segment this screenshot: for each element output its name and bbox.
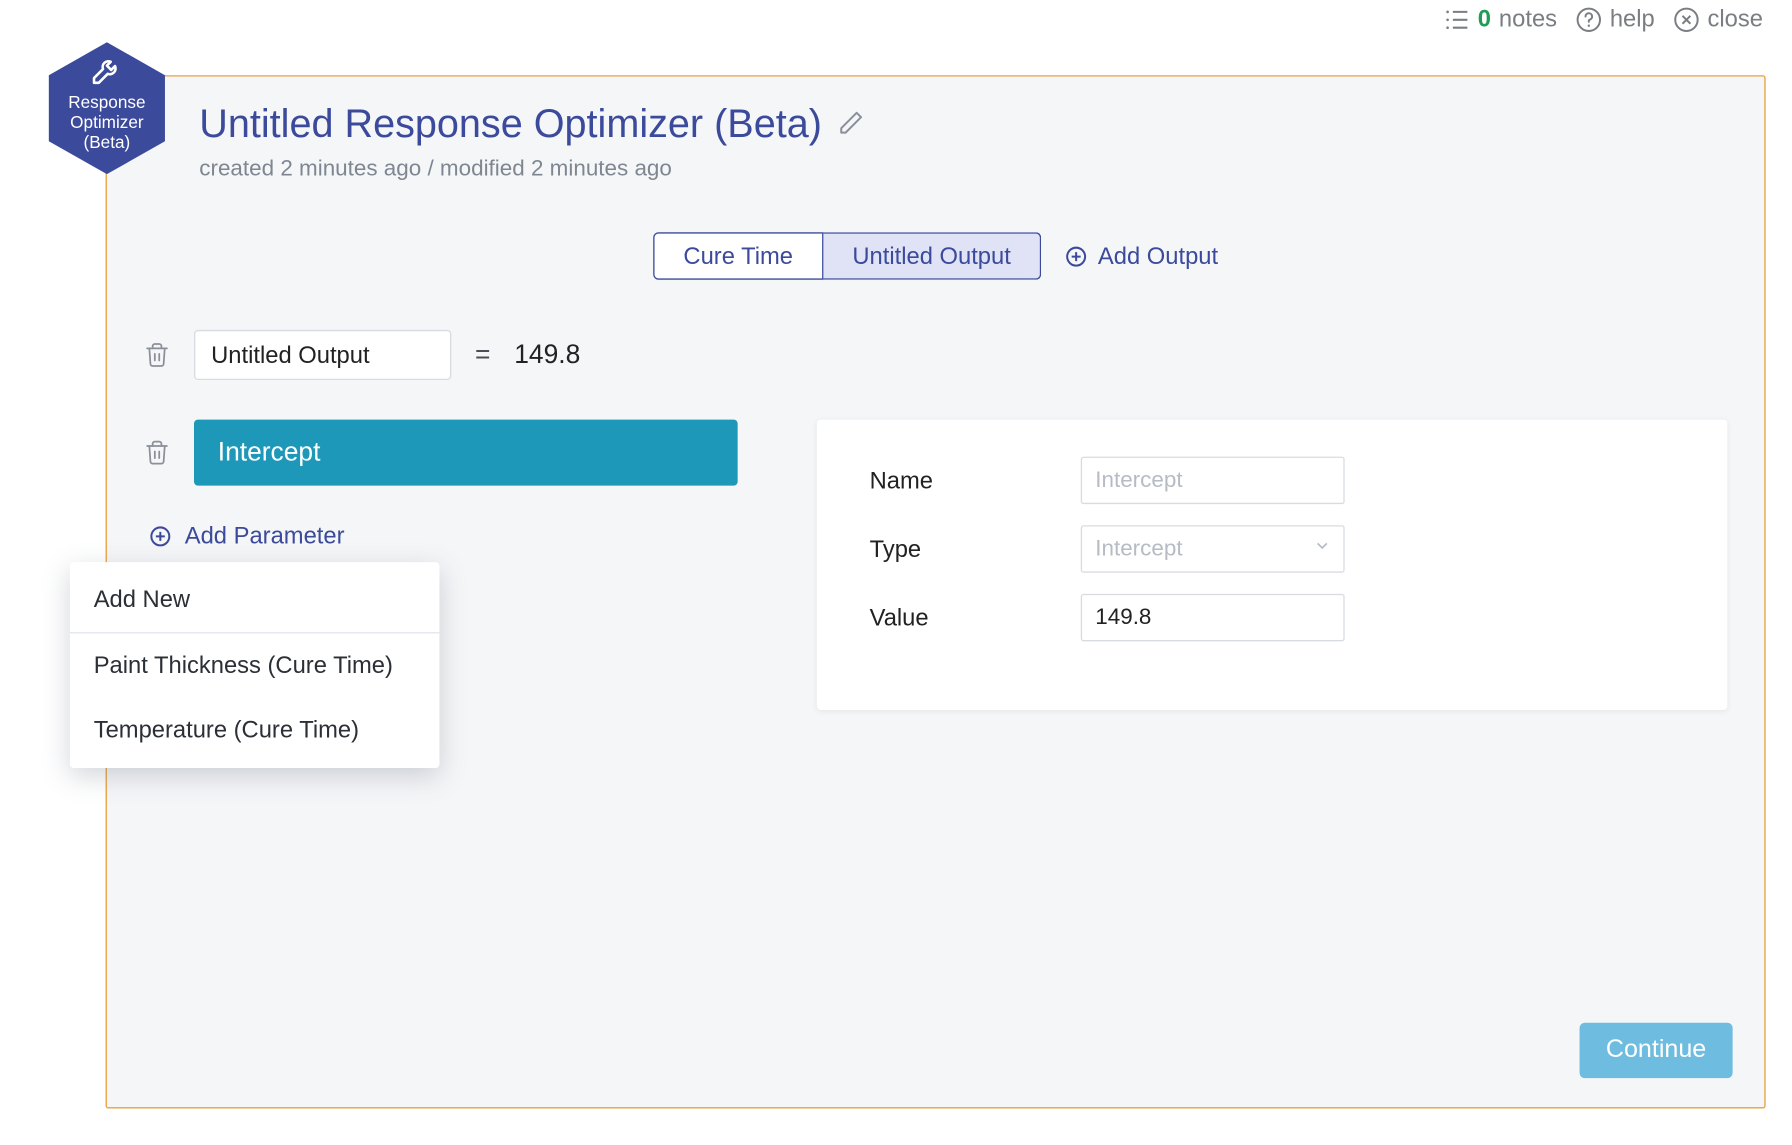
delete-output-button[interactable] [144, 340, 170, 369]
badge-label: Response Optimizer (Beta) [46, 92, 167, 151]
parameter-intercept[interactable]: Intercept [194, 420, 738, 486]
top-links: 0 notes help close [1443, 5, 1763, 33]
notes-label: notes [1499, 5, 1557, 33]
tab-untitled-output[interactable]: Untitled Output [823, 232, 1041, 280]
dropdown-add-new[interactable]: Add New [70, 567, 439, 633]
output-tabs: Cure Time Untitled Output Add Output [107, 232, 1764, 280]
help-label: help [1610, 5, 1655, 33]
form-type-select[interactable] [1081, 525, 1345, 573]
trash-icon [144, 438, 170, 467]
wrench-icon [90, 53, 124, 87]
badge-line3: (Beta) [46, 132, 167, 152]
help-link[interactable]: help [1576, 5, 1655, 33]
delete-parameter-button[interactable] [144, 438, 170, 467]
page-title: Untitled Response Optimizer (Beta) [199, 103, 822, 148]
body-columns: Intercept Add Parameter Add New Paint Th… [107, 380, 1764, 710]
tab-cure-time[interactable]: Cure Time [653, 232, 823, 280]
plus-circle-icon [149, 525, 171, 547]
plus-circle-icon [1065, 245, 1087, 267]
list-icon [1443, 7, 1469, 31]
parameter-details-card: Name Type Value [817, 420, 1728, 710]
parameter-list: Intercept Add Parameter Add New Paint Th… [144, 420, 738, 555]
output-row: = 149.8 [107, 280, 1764, 380]
dropdown-paint-thickness[interactable]: Paint Thickness (Cure Time) [70, 633, 439, 698]
page-subtitle: created 2 minutes ago / modified 2 minut… [199, 156, 1727, 182]
main-panel: Untitled Response Optimizer (Beta) creat… [106, 75, 1766, 1108]
add-parameter-label: Add Parameter [185, 523, 345, 551]
app-badge: Response Optimizer (Beta) [46, 40, 167, 177]
close-label: close [1708, 5, 1763, 33]
continue-button[interactable]: Continue [1579, 1023, 1732, 1078]
add-output-label: Add Output [1098, 242, 1218, 270]
add-parameter-dropdown: Add New Paint Thickness (Cure Time) Temp… [70, 562, 439, 768]
parameter-row-intercept: Intercept [144, 420, 738, 486]
notes-link[interactable]: 0 notes [1443, 5, 1557, 33]
output-name-input[interactable] [194, 330, 451, 380]
add-parameter-button[interactable]: Add Parameter [149, 523, 344, 551]
close-link[interactable]: close [1673, 5, 1763, 33]
edit-title-button[interactable] [838, 109, 864, 142]
badge-line2: Optimizer [46, 112, 167, 132]
help-icon [1576, 6, 1602, 32]
output-computed-value: 149.8 [514, 340, 580, 370]
panel-header: Untitled Response Optimizer (Beta) creat… [107, 77, 1764, 196]
equals-sign: = [475, 340, 490, 370]
badge-line1: Response [46, 92, 167, 112]
form-name-label: Name [870, 466, 1081, 494]
trash-icon [144, 340, 170, 369]
notes-count: 0 [1478, 5, 1491, 33]
dropdown-temperature[interactable]: Temperature (Cure Time) [70, 698, 439, 763]
add-output-button[interactable]: Add Output [1065, 242, 1218, 270]
form-type-label: Type [870, 535, 1081, 563]
close-icon [1673, 6, 1699, 32]
pencil-icon [838, 109, 864, 135]
form-value-label: Value [870, 604, 1081, 632]
form-value-input[interactable] [1081, 594, 1345, 642]
form-name-input[interactable] [1081, 457, 1345, 505]
